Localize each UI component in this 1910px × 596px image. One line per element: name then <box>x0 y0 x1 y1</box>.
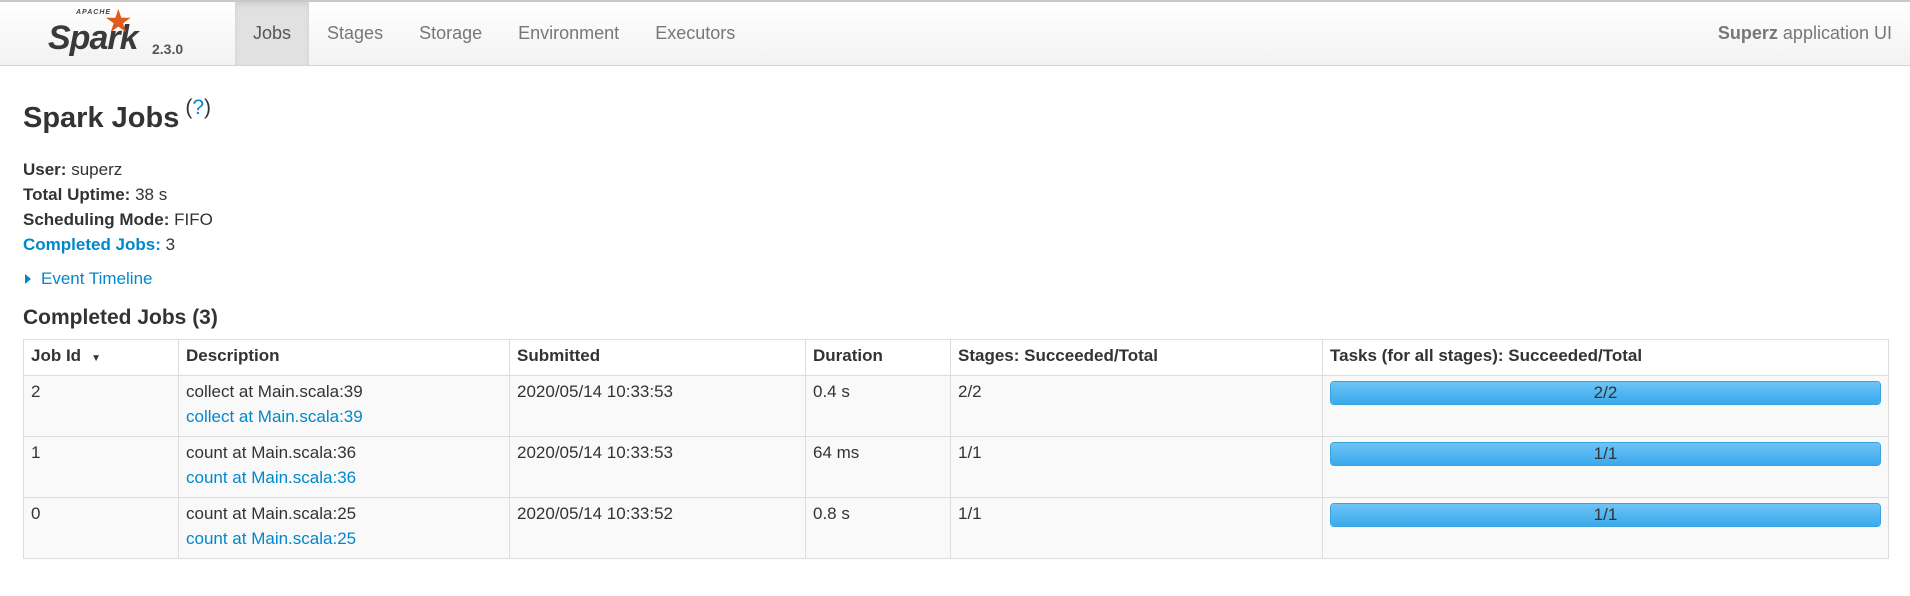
table-row: 0 count at Main.scala:25 count at Main.sc… <box>23 497 1889 559</box>
scheduling-mode-label: Scheduling Mode: <box>23 210 170 229</box>
task-progress-bar: 1/1 <box>1330 442 1881 466</box>
star-icon: ★ <box>104 3 133 39</box>
stages-cell: 1/1 <box>950 436 1323 498</box>
summary-completed-jobs: Completed Jobs: 3 <box>23 232 1887 257</box>
description-text: count at Main.scala:36 <box>186 443 357 462</box>
top-navbar: APACHE Spark ★ 2.3.0 Jobs Stages Storage… <box>0 0 1910 66</box>
help-link-wrapper: (?) <box>185 96 211 120</box>
event-timeline-label: Event Timeline <box>41 269 153 288</box>
tasks-cell: 1/1 <box>1322 497 1889 559</box>
summary-list: User: superz Total Uptime: 38 s Scheduli… <box>23 157 1887 257</box>
tasks-cell: 2/2 <box>1322 375 1889 437</box>
description-text: count at Main.scala:25 <box>186 504 357 523</box>
tab-environment[interactable]: Environment <box>500 2 637 65</box>
help-link[interactable]: ? <box>192 96 204 119</box>
summary-user: User: superz <box>23 157 1887 182</box>
tab-jobs[interactable]: Jobs <box>235 2 310 65</box>
page-title-row: Spark Jobs (?) <box>23 96 1887 135</box>
scheduling-mode-value: FIFO <box>174 210 213 229</box>
uptime-label: Total Uptime: <box>23 185 131 204</box>
user-value: superz <box>71 160 123 179</box>
spark-logo[interactable]: APACHE Spark ★ 2.3.0 <box>44 5 204 65</box>
page-title: Spark Jobs <box>23 102 180 134</box>
job-id-cell: 1 <box>23 436 179 498</box>
stages-cell: 1/1 <box>950 497 1323 559</box>
triangle-right-icon <box>25 274 31 284</box>
task-progress-bar: 1/1 <box>1330 503 1881 527</box>
user-label: User: <box>23 160 67 179</box>
description-cell: collect at Main.scala:39 collect at Main.… <box>178 375 510 437</box>
event-timeline-toggle[interactable]: Event Timeline <box>23 269 1887 289</box>
summary-scheduling-mode: Scheduling Mode: FIFO <box>23 207 1887 232</box>
completed-jobs-value: 3 <box>165 235 176 254</box>
tasks-cell: 1/1 <box>1322 436 1889 498</box>
description-text: collect at Main.scala:39 <box>186 382 363 401</box>
app-suffix: application UI <box>1777 23 1892 43</box>
header-stages[interactable]: Stages: Succeeded/Total <box>950 339 1323 376</box>
description-link[interactable]: count at Main.scala:25 <box>186 526 502 551</box>
summary-uptime: Total Uptime: 38 s <box>23 182 1887 207</box>
duration-cell: 64 ms <box>805 436 951 498</box>
header-tasks[interactable]: Tasks (for all stages): Succeeded/Total <box>1322 339 1889 376</box>
header-submitted[interactable]: Submitted <box>509 339 806 376</box>
table-row: 1 count at Main.scala:36 count at Main.sc… <box>23 436 1889 498</box>
spark-version: 2.3.0 <box>152 41 184 57</box>
uptime-value: 38 s <box>135 185 168 204</box>
duration-cell: 0.8 s <box>805 497 951 559</box>
header-job-id-label: Job Id <box>31 346 82 365</box>
stages-cell: 2/2 <box>950 375 1323 437</box>
completed-jobs-table: Job Id ▼ Description Submitted Duration S… <box>23 339 1889 559</box>
main-content: Spark Jobs (?) User: superz Total Uptime… <box>0 96 1910 559</box>
completed-jobs-heading[interactable]: Completed Jobs (3) <box>23 306 1887 330</box>
nav-tabs: Jobs Stages Storage Environment Executor… <box>235 2 753 65</box>
progress-label: 1/1 <box>1593 444 1618 463</box>
task-progress-bar: 2/2 <box>1330 381 1881 405</box>
table-row: 2 collect at Main.scala:39 collect at Mai… <box>23 375 1889 437</box>
description-link[interactable]: count at Main.scala:36 <box>186 465 502 490</box>
description-link[interactable]: collect at Main.scala:39 <box>186 404 502 429</box>
tab-storage[interactable]: Storage <box>401 2 500 65</box>
header-job-id[interactable]: Job Id ▼ <box>23 339 179 376</box>
submitted-cell: 2020/05/14 10:33:53 <box>509 375 806 437</box>
completed-jobs-link[interactable]: Completed Jobs: <box>23 235 161 254</box>
job-id-cell: 2 <box>23 375 179 437</box>
header-duration[interactable]: Duration <box>805 339 951 376</box>
description-cell: count at Main.scala:36 count at Main.scal… <box>178 436 510 498</box>
table-header-row: Job Id ▼ Description Submitted Duration S… <box>23 339 1889 376</box>
duration-cell: 0.4 s <box>805 375 951 437</box>
progress-label: 1/1 <box>1593 505 1618 524</box>
app-name: Superz <box>1717 23 1778 43</box>
job-id-cell: 0 <box>23 497 179 559</box>
help-close-paren: ) <box>204 96 212 119</box>
submitted-cell: 2020/05/14 10:33:53 <box>509 436 806 498</box>
submitted-cell: 2020/05/14 10:33:52 <box>509 497 806 559</box>
application-title: Superz application UI <box>1718 2 1892 65</box>
header-description[interactable]: Description <box>178 339 510 376</box>
progress-label: 2/2 <box>1593 383 1618 402</box>
tab-executors[interactable]: Executors <box>637 2 753 65</box>
sort-desc-icon: ▼ <box>91 353 101 364</box>
tab-stages[interactable]: Stages <box>309 2 401 65</box>
description-cell: count at Main.scala:25 count at Main.scal… <box>178 497 510 559</box>
